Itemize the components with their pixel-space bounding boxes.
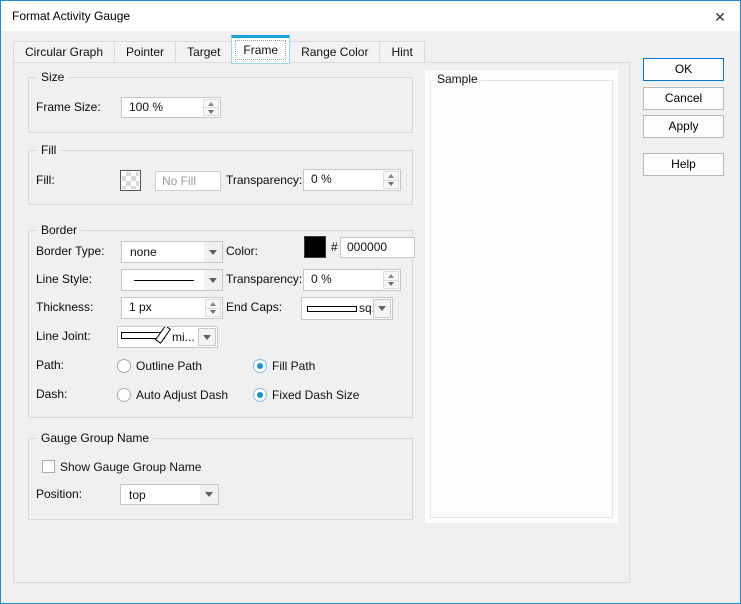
end-caps-dropdown[interactable]: sq... xyxy=(301,297,393,320)
border-color-hash: # xyxy=(331,237,338,258)
titlebar: Format Activity Gauge ✕ xyxy=(1,1,740,31)
dialog-title: Format Activity Gauge xyxy=(12,9,130,23)
outline-path-radio-label[interactable]: Outline Path xyxy=(136,359,202,374)
help-button[interactable]: Help xyxy=(643,153,724,176)
chevron-down-icon[interactable] xyxy=(204,242,222,262)
sample-group-title: Sample xyxy=(434,72,481,86)
fill-group-title: Fill xyxy=(37,143,60,157)
fill-transparency-value: 0 % xyxy=(311,171,332,188)
chevron-down-icon[interactable] xyxy=(373,299,391,318)
tab-range-color[interactable]: Range Color xyxy=(289,41,380,63)
frame-size-spinner[interactable]: 100 % xyxy=(121,97,221,118)
gauge-group-name-group: Gauge Group Name Show Gauge Group Name P… xyxy=(28,438,413,520)
outline-path-radio[interactable] xyxy=(117,359,131,373)
frame-tab-page: Size Frame Size: 100 % Fill Fill: No Fil… xyxy=(13,62,630,583)
fill-group: Fill Fill: No Fill Transparency: 0 % xyxy=(28,150,413,205)
solid-line-glyph xyxy=(134,280,194,281)
spinner-down-icon[interactable] xyxy=(205,309,221,318)
spinner-up-icon[interactable] xyxy=(203,99,219,108)
fill-transparency-label: Transparency: xyxy=(226,170,302,191)
position-value: top xyxy=(129,486,146,504)
path-label: Path: xyxy=(36,355,64,376)
miter-joint-glyph xyxy=(120,327,172,348)
show-gauge-group-name-checkbox[interactable] xyxy=(42,460,55,473)
frame-size-label: Frame Size: xyxy=(36,97,101,118)
border-color-label: Color: xyxy=(226,241,258,262)
apply-button[interactable]: Apply xyxy=(643,115,724,138)
line-joint-dropdown[interactable]: mi... xyxy=(117,326,218,348)
sample-preview-area xyxy=(430,80,613,518)
fixed-dash-size-radio[interactable] xyxy=(253,388,267,402)
spinner-down-icon[interactable] xyxy=(383,181,399,190)
auto-adjust-dash-radio-label[interactable]: Auto Adjust Dash xyxy=(136,388,228,403)
size-group-title: Size xyxy=(37,70,68,84)
fill-path-radio[interactable] xyxy=(253,359,267,373)
chevron-down-icon[interactable] xyxy=(200,485,218,504)
square-cap-line-glyph xyxy=(307,306,357,312)
line-joint-label: Line Joint: xyxy=(36,326,91,347)
border-color-hex-field[interactable]: 000000 xyxy=(340,237,415,258)
line-joint-value: mi... xyxy=(172,328,195,346)
fill-path-radio-label[interactable]: Fill Path xyxy=(272,359,315,374)
frame-size-value: 100 % xyxy=(129,99,163,116)
thickness-spinner[interactable]: 1 px xyxy=(121,297,223,319)
spinner-up-icon[interactable] xyxy=(205,299,221,309)
border-group: Border Border Type: none Color: # 000000… xyxy=(28,230,413,418)
thickness-value: 1 px xyxy=(129,299,152,316)
format-activity-gauge-dialog: Format Activity Gauge ✕ Circular Graph P… xyxy=(0,0,741,604)
auto-adjust-dash-radio[interactable] xyxy=(117,388,131,402)
end-caps-label: End Caps: xyxy=(226,297,282,318)
tab-strip: Circular Graph Pointer Target Frame Rang… xyxy=(13,34,425,63)
sample-group: Sample xyxy=(425,70,618,523)
fill-pattern-swatch-icon[interactable] xyxy=(120,170,141,191)
border-type-value: none xyxy=(130,243,157,261)
tab-hint[interactable]: Hint xyxy=(379,41,424,63)
tab-pointer[interactable]: Pointer xyxy=(114,41,176,63)
show-gauge-group-name-label[interactable]: Show Gauge Group Name xyxy=(60,460,201,475)
spinner-down-icon[interactable] xyxy=(383,281,399,290)
border-transparency-value: 0 % xyxy=(311,271,332,288)
tab-frame[interactable]: Frame xyxy=(231,35,290,64)
cancel-button[interactable]: Cancel xyxy=(643,87,724,110)
spinner-down-icon[interactable] xyxy=(203,108,219,116)
border-type-label: Border Type: xyxy=(36,241,104,262)
spinner-up-icon[interactable] xyxy=(383,271,399,281)
tab-target[interactable]: Target xyxy=(175,41,232,63)
fill-transparency-spinner[interactable]: 0 % xyxy=(303,169,401,191)
border-color-swatch[interactable] xyxy=(304,236,326,258)
spinner-up-icon[interactable] xyxy=(383,171,399,181)
tab-circular-graph[interactable]: Circular Graph xyxy=(13,41,115,63)
chevron-down-icon[interactable] xyxy=(204,270,222,290)
thickness-label: Thickness: xyxy=(36,297,93,318)
position-dropdown[interactable]: top xyxy=(120,484,219,505)
border-type-dropdown[interactable]: none xyxy=(121,241,223,263)
gauge-group-name-title: Gauge Group Name xyxy=(37,431,153,445)
line-style-label: Line Style: xyxy=(36,269,92,290)
chevron-down-icon[interactable] xyxy=(198,328,216,346)
line-style-dropdown[interactable] xyxy=(121,269,223,291)
border-group-title: Border xyxy=(37,223,81,237)
size-group: Size Frame Size: 100 % xyxy=(28,77,413,133)
ok-button[interactable]: OK xyxy=(643,58,724,81)
position-label: Position: xyxy=(36,484,82,505)
dash-label: Dash: xyxy=(36,384,67,405)
fill-value-field[interactable]: No Fill xyxy=(155,171,221,191)
close-icon[interactable]: ✕ xyxy=(709,6,731,28)
border-transparency-label: Transparency: xyxy=(226,269,302,290)
border-transparency-spinner[interactable]: 0 % xyxy=(303,269,401,291)
fixed-dash-size-radio-label[interactable]: Fixed Dash Size xyxy=(272,388,359,403)
fill-label: Fill: xyxy=(36,170,55,191)
